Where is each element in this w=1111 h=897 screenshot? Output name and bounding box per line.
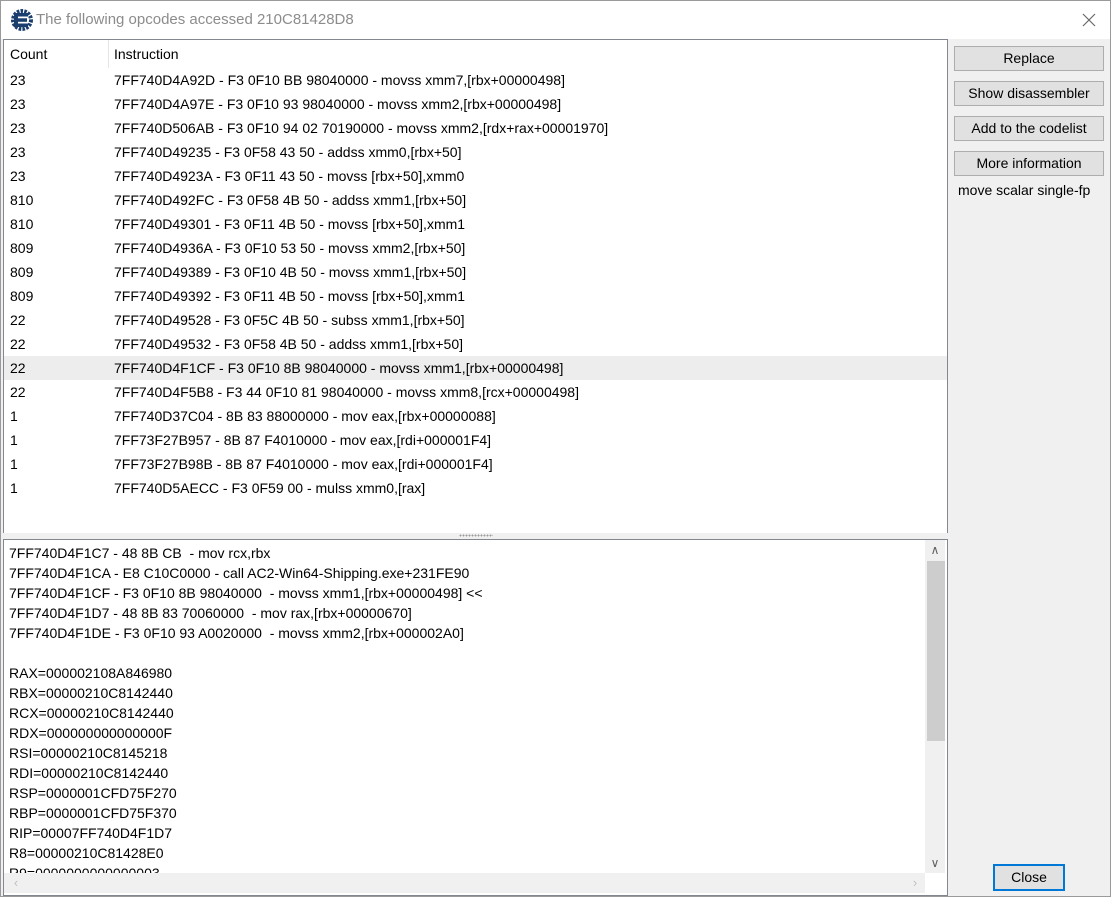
vertical-scrollbar[interactable]: ∧ ∨ <box>925 540 945 873</box>
details-text: 7FF740D4F1C7 - 48 8B CB - mov rcx,rbx 7FF… <box>9 543 919 873</box>
count-cell: 1 <box>10 480 18 496</box>
count-cell: 23 <box>10 144 26 160</box>
table-row[interactable]: 1 7FF73F27B98B - 8B 87 F4010000 - mov eax… <box>4 452 947 476</box>
instruction-cell: 7FF740D4936A - F3 0F10 53 50 - movss xmm… <box>114 240 466 256</box>
disassembly-line: 7FF740D4F1C7 - 48 8B CB - mov rcx,rbx <box>9 545 271 561</box>
cheat-engine-icon <box>11 9 33 31</box>
table-row[interactable]: 1 7FF73F27B957 - 8B 87 F4010000 - mov eax… <box>4 428 947 452</box>
instruction-cell: 7FF740D49235 - F3 0F58 43 50 - addss xmm… <box>114 144 462 160</box>
scroll-right-icon[interactable]: › <box>905 873 925 893</box>
instruction-description: move scalar single-fp <box>958 182 1091 198</box>
count-cell: 23 <box>10 96 26 112</box>
table-row[interactable]: 23 7FF740D4A97E - F3 0F10 93 98040000 - m… <box>4 92 947 116</box>
register-line: R9=0000000000000003 <box>9 865 160 873</box>
register-line: RIP=00007FF740D4F1D7 <box>9 825 173 841</box>
register-line: RBX=00000210C8142440 <box>9 685 173 701</box>
register-line: RAX=000002108A846980 <box>9 665 173 681</box>
table-row[interactable]: 1 7FF740D5AECC - F3 0F59 00 - mulss xmm0,… <box>4 476 947 500</box>
instruction-cell: 7FF73F27B957 - 8B 87 F4010000 - mov eax,… <box>114 432 492 448</box>
horizontal-scrollbar[interactable]: ‹ › <box>4 873 925 893</box>
instruction-cell: 7FF740D49392 - F3 0F11 4B 50 - movss [rb… <box>114 288 466 304</box>
count-cell: 810 <box>10 216 34 232</box>
disassembly-line: 7FF740D4F1CA - E8 C10C0000 - call AC2-Wi… <box>9 565 470 581</box>
count-cell: 22 <box>10 360 26 376</box>
register-line: RCX=00000210C8142440 <box>9 705 174 721</box>
table-row[interactable]: 22 7FF740D4F1CF - F3 0F10 8B 98040000 - m… <box>4 356 947 380</box>
register-line: RBP=0000001CFD75F370 <box>9 805 177 821</box>
close-button[interactable]: Close <box>993 864 1065 891</box>
instruction-cell: 7FF740D49528 - F3 0F5C 4B 50 - subss xmm… <box>114 312 465 328</box>
instruction-cell: 7FF740D4A97E - F3 0F10 93 98040000 - mov… <box>114 96 562 112</box>
disassembly-line: 7FF740D4F1DE - F3 0F10 93 A0020000 - mov… <box>9 625 464 641</box>
list-rows: 23 7FF740D4A92D - F3 0F10 BB 98040000 - m… <box>4 68 947 500</box>
count-cell: 23 <box>10 168 26 184</box>
table-row[interactable]: 23 7FF740D4923A - F3 0F11 43 50 - movss [… <box>4 164 947 188</box>
count-cell: 1 <box>10 432 18 448</box>
title-bar: The following opcodes accessed 210C81428… <box>1 1 1110 39</box>
register-line: RDX=000000000000000F <box>9 725 173 741</box>
table-row[interactable]: 22 7FF740D49532 - F3 0F58 4B 50 - addss x… <box>4 332 947 356</box>
instruction-cell: 7FF740D4F5B8 - F3 44 0F10 81 98040000 - … <box>114 384 579 400</box>
instruction-cell: 7FF73F27B98B - 8B 87 F4010000 - mov eax,… <box>114 456 493 472</box>
column-header-count[interactable]: Count <box>4 40 109 68</box>
count-cell: 809 <box>10 240 34 256</box>
count-cell: 23 <box>10 120 26 136</box>
table-row[interactable]: 23 7FF740D49235 - F3 0F58 43 50 - addss x… <box>4 140 947 164</box>
instruction-cell: 7FF740D506AB - F3 0F10 94 02 70190000 - … <box>114 120 609 136</box>
add-to-codelist-button[interactable]: Add to the codelist <box>954 116 1104 141</box>
table-row[interactable]: 22 7FF740D4F5B8 - F3 44 0F10 81 98040000 … <box>4 380 947 404</box>
more-information-button[interactable]: More information <box>954 151 1104 176</box>
table-row[interactable]: 809 7FF740D49392 - F3 0F11 4B 50 - movss … <box>4 284 947 308</box>
count-cell: 809 <box>10 264 34 280</box>
scroll-up-icon[interactable]: ∧ <box>925 540 945 560</box>
count-cell: 22 <box>10 336 26 352</box>
instruction-cell: 7FF740D5AECC - F3 0F59 00 - mulss xmm0,[… <box>114 480 426 496</box>
show-disassembler-button[interactable]: Show disassembler <box>954 81 1104 106</box>
splitter-grip <box>459 534 493 537</box>
instruction-cell: 7FF740D492FC - F3 0F58 4B 50 - addss xmm… <box>114 192 467 208</box>
table-row[interactable]: 810 7FF740D492FC - F3 0F58 4B 50 - addss … <box>4 188 947 212</box>
count-cell: 22 <box>10 384 26 400</box>
replace-button[interactable]: Replace <box>954 46 1104 71</box>
table-row[interactable]: 1 7FF740D37C04 - 8B 83 88000000 - mov eax… <box>4 404 947 428</box>
register-line: RDI=00000210C8142440 <box>9 765 169 781</box>
details-memo[interactable]: 7FF740D4F1C7 - 48 8B CB - mov rcx,rbx 7FF… <box>3 539 948 896</box>
list-header: Count Instruction <box>4 40 947 68</box>
scroll-down-icon[interactable]: ∨ <box>925 853 945 873</box>
instruction-cell: 7FF740D4923A - F3 0F11 43 50 - movss [rb… <box>114 168 465 184</box>
register-line: R8=00000210C81428E0 <box>9 845 164 861</box>
disassembly-line: 7FF740D4F1CF - F3 0F10 8B 98040000 - mov… <box>9 585 483 601</box>
opcode-list[interactable]: Count Instruction 23 7FF740D4A92D - F3 0F… <box>3 39 948 534</box>
instruction-cell: 7FF740D49532 - F3 0F58 4B 50 - addss xmm… <box>114 336 464 352</box>
close-icon[interactable] <box>1076 7 1102 33</box>
instruction-cell: 7FF740D37C04 - 8B 83 88000000 - mov eax,… <box>114 408 496 424</box>
count-cell: 22 <box>10 312 26 328</box>
instruction-cell: 7FF740D4A92D - F3 0F10 BB 98040000 - mov… <box>114 72 565 88</box>
instruction-cell: 7FF740D49301 - F3 0F11 4B 50 - movss [rb… <box>114 216 466 232</box>
register-line: RSP=0000001CFD75F270 <box>9 785 177 801</box>
table-row[interactable]: 23 7FF740D506AB - F3 0F10 94 02 70190000 … <box>4 116 947 140</box>
disassembly-line: 7FF740D4F1D7 - 48 8B 83 70060000 - mov r… <box>9 605 412 621</box>
table-row[interactable]: 810 7FF740D49301 - F3 0F11 4B 50 - movss … <box>4 212 947 236</box>
count-cell: 810 <box>10 192 34 208</box>
table-row[interactable]: 22 7FF740D49528 - F3 0F5C 4B 50 - subss x… <box>4 308 947 332</box>
table-row[interactable]: 809 7FF740D49389 - F3 0F10 4B 50 - movss … <box>4 260 947 284</box>
column-header-instruction[interactable]: Instruction <box>108 40 914 68</box>
count-cell: 23 <box>10 72 26 88</box>
table-row[interactable]: 23 7FF740D4A92D - F3 0F10 BB 98040000 - m… <box>4 68 947 92</box>
instruction-cell: 7FF740D49389 - F3 0F10 4B 50 - movss xmm… <box>114 264 467 280</box>
window-title: The following opcodes accessed 210C81428… <box>36 11 354 28</box>
scroll-thumb[interactable] <box>927 561 945 741</box>
instruction-cell: 7FF740D4F1CF - F3 0F10 8B 98040000 - mov… <box>114 360 564 376</box>
register-line: RSI=00000210C8145218 <box>9 745 168 761</box>
count-cell: 1 <box>10 456 18 472</box>
scroll-left-icon[interactable]: ‹ <box>6 873 26 893</box>
window: The following opcodes accessed 210C81428… <box>0 0 1111 897</box>
count-cell: 1 <box>10 408 18 424</box>
table-row[interactable]: 809 7FF740D4936A - F3 0F10 53 50 - movss … <box>4 236 947 260</box>
count-cell: 809 <box>10 288 34 304</box>
